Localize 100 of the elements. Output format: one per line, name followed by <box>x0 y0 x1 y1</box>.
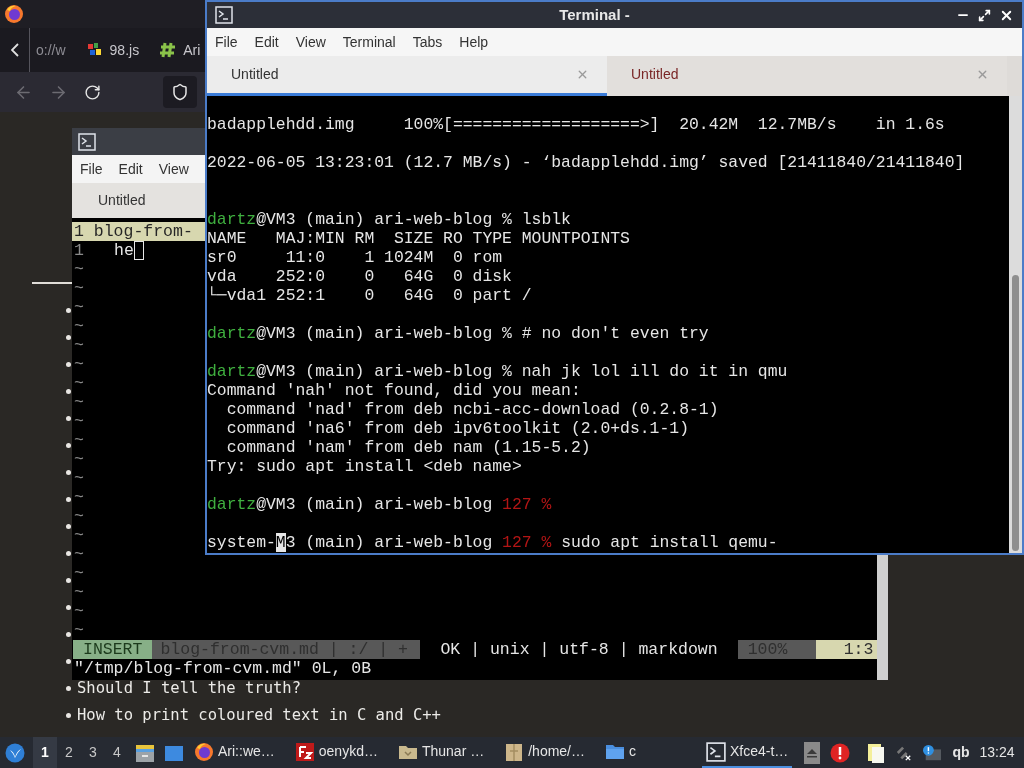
empty-line-marker: ~ <box>74 583 84 602</box>
list-bullet <box>66 362 71 367</box>
empty-line-marker: ~ <box>74 545 84 564</box>
file-cabinet-icon[interactable] <box>135 742 155 763</box>
window-title: Terminal - <box>558 4 631 25</box>
tracking-protection-button[interactable] <box>163 76 197 108</box>
browser-tab[interactable]: Ari <box>183 39 201 61</box>
list-bullet <box>66 389 71 394</box>
list-bullet <box>66 335 71 340</box>
list-bullet <box>66 686 71 691</box>
list-bullet <box>66 416 71 421</box>
scrollbar-thumb[interactable] <box>1012 275 1019 551</box>
menu-item[interactable]: Edit <box>254 31 279 53</box>
cursor-position: 1:3 <box>815 640 877 659</box>
network-disconnected-icon[interactable] <box>896 744 913 761</box>
terminal-line: 2022-06-05 13:23:01 (12.7 MB/s) - ‘badapplehdd.img’ saved [21411840/21411840] <box>207 153 965 172</box>
list-bullet <box>66 470 71 475</box>
empty-line-marker: ~ <box>74 279 84 298</box>
empty-line-marker: ~ <box>74 469 84 488</box>
alert-icon[interactable] <box>830 742 851 763</box>
terminal-line: └─vda1 252:1 0 64G 0 part / <box>207 286 532 305</box>
list-bullet <box>66 308 71 313</box>
terminal-line: dartz@VM3 (main) ari-web-blog % lsblk <box>207 210 571 229</box>
buffer-text: he <box>114 241 134 260</box>
file-info: OK | unix | utf-8 | markdown <box>439 640 719 659</box>
terminal-line: Try: sudo apt install <deb name> <box>207 457 522 476</box>
terminal-tab[interactable]: Untitled <box>607 56 1007 96</box>
package-icon <box>504 741 525 762</box>
workspace-button[interactable]: 1 <box>33 737 57 768</box>
eject-icon[interactable] <box>804 741 821 764</box>
terminal-icon <box>78 132 96 151</box>
empty-line-marker: ~ <box>74 374 84 393</box>
empty-line-marker: ~ <box>74 317 84 336</box>
list-bullet <box>66 659 71 664</box>
task-button[interactable]: /home/… <box>500 737 589 768</box>
browser-tab[interactable]: o://w <box>36 39 66 61</box>
firefox-icon <box>194 741 214 762</box>
line-number: 1 <box>74 241 85 260</box>
terminal-tab[interactable]: Untitled <box>98 190 146 211</box>
list-bullet <box>66 713 71 718</box>
app-menu-icon[interactable] <box>5 742 25 763</box>
command-message: "/tmp/blog-from-cvm.md" 0L, 0B <box>74 659 372 678</box>
terminal-line: Command 'nah' not found, did you mean: <box>207 381 581 400</box>
list-bullet <box>66 443 71 448</box>
menu-item[interactable]: View <box>158 158 189 180</box>
empty-line-marker: ~ <box>74 431 84 450</box>
empty-line-marker: ~ <box>74 298 84 317</box>
menu-item[interactable]: File <box>80 158 103 180</box>
notes-icon[interactable] <box>866 741 887 764</box>
terminal-line: command 'nam' from deb nam (1.15-5.2) <box>225 438 591 457</box>
empty-line-marker: ~ <box>74 412 84 431</box>
terminal-line: dartz@VM3 (main) ari-web-blog 127 % <box>207 495 552 514</box>
mode-indicator: INSERT <box>73 640 153 659</box>
menu-item[interactable]: View <box>295 31 326 53</box>
filezilla-icon <box>294 741 315 762</box>
firefox-icon <box>4 4 24 24</box>
task-button[interactable]: Xfce4-t… <box>702 737 793 768</box>
terminal-icon <box>706 741 726 762</box>
menu-item[interactable]: Tabs <box>412 31 443 53</box>
task-button[interactable]: c <box>601 737 640 768</box>
workspace-button[interactable]: 3 <box>81 737 105 768</box>
terminal-line: command 'nad' from deb ncbi-acc-download (0.2.8-1) <box>225 400 719 419</box>
terminal-line: vda 252:0 0 64G 0 disk <box>207 267 512 286</box>
task-button[interactable]: oenykd… <box>290 737 382 768</box>
empty-line-marker: ~ <box>74 602 84 621</box>
menu-item[interactable]: File <box>215 31 238 53</box>
tray-app-label[interactable]: qb <box>952 742 970 763</box>
menu-item[interactable]: Terminal <box>342 31 396 53</box>
empty-line-marker: ~ <box>74 526 84 545</box>
terminal-line: NAME MAJ:MIN RM SIZE RO TYPE MOUNTPOINTS <box>207 229 630 248</box>
list-bullet <box>66 551 71 556</box>
list-item-text: How to print coloured text in C and C++ <box>77 704 441 726</box>
reload-icon[interactable] <box>84 83 101 101</box>
shield-icon <box>171 83 189 101</box>
text-cursor <box>133 241 144 260</box>
workspace-button[interactable]: 2 <box>57 737 81 768</box>
empty-line-marker: ~ <box>74 336 84 355</box>
task-button[interactable]: Thunar … <box>393 737 489 768</box>
browser-tab[interactable]: 98.js <box>109 39 140 61</box>
terminal-tab[interactable]: Untitled <box>207 56 607 96</box>
menu-item[interactable]: Edit <box>118 158 143 180</box>
empty-line-marker: ~ <box>74 393 84 412</box>
list-bullet <box>66 578 71 583</box>
empty-line-marker: ~ <box>74 260 84 279</box>
terminal-line: command 'na6' from deb ipv6toolkit (2.0+ds.1-1) <box>225 419 689 438</box>
empty-line-marker: ~ <box>74 564 84 583</box>
list-bullet <box>66 632 71 637</box>
tabline-label[interactable]: 1 blog-from- <box>74 222 193 241</box>
terminal-line: system-M3 (main) ari-web-blog 127 % sudo apt install qemu- <box>207 533 778 552</box>
empty-line-marker: ~ <box>74 355 84 374</box>
menu-item[interactable]: Help <box>459 31 489 53</box>
empty-line-marker: ~ <box>74 488 84 507</box>
workspace-button[interactable]: 4 <box>105 737 129 768</box>
list-bullet <box>66 497 71 502</box>
maximize-icon[interactable] <box>978 8 991 22</box>
task-button[interactable]: Ari::we… <box>190 737 279 768</box>
terminal-line: dartz@VM3 (main) ari-web-blog % # no don't even try <box>207 324 709 343</box>
notification-icon[interactable] <box>922 743 943 762</box>
clock[interactable]: 13:24 <box>979 742 1015 763</box>
list-bullet <box>66 524 71 529</box>
